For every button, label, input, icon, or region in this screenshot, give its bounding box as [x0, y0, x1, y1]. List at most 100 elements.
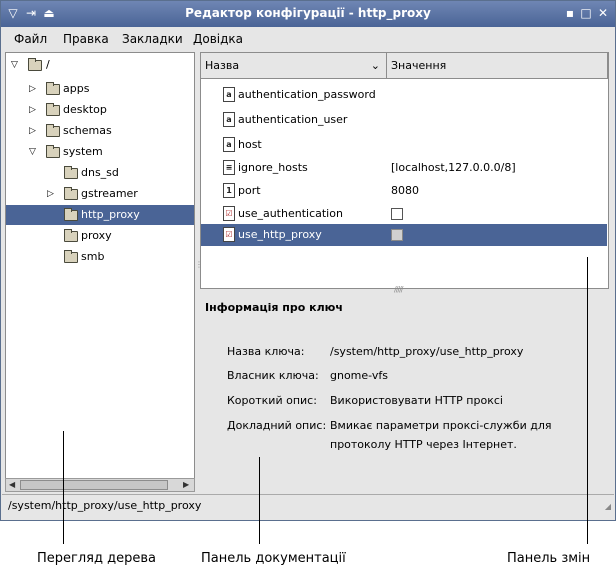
callout-line-docs: [259, 457, 260, 544]
short-desc-value: Використовувати HTTP проксі: [330, 394, 503, 407]
callout-changes-pane: Панель змін: [507, 551, 591, 566]
folder-icon: [64, 208, 78, 221]
key-value[interactable]: [localhost,127.0.0.0/8]: [391, 161, 516, 174]
tree-item-system[interactable]: ▽ system: [6, 142, 194, 162]
tree-item-label: proxy: [81, 229, 112, 242]
string-type-icon: a: [223, 112, 235, 127]
key-row[interactable]: ≡ ignore_hosts [localhost,127.0.0.0/8]: [201, 157, 607, 179]
maximize-icon[interactable]: □: [578, 5, 594, 21]
key-owner-value: gnome-vfs: [330, 369, 388, 382]
callout-tree-view: Перегляд дерева: [37, 551, 156, 566]
folder-icon: [64, 187, 78, 200]
resize-grip-icon[interactable]: ◢: [605, 502, 611, 511]
minimize-icon[interactable]: ▪: [562, 5, 578, 21]
tree-item-apps[interactable]: ▷ apps: [6, 79, 194, 99]
bool-type-icon: ☑: [223, 227, 235, 242]
expand-icon[interactable]: ▷: [29, 100, 36, 120]
long-desc-value: Вмикає параметри проксі-служби для: [330, 419, 552, 432]
folder-icon: [64, 166, 78, 179]
int-type-icon: 1: [223, 183, 235, 198]
key-name: authentication_user: [238, 113, 348, 126]
documentation-pane: Інформація про ключ: [200, 293, 609, 491]
expand-icon[interactable]: ▷: [29, 121, 36, 141]
tree-item-http-proxy[interactable]: http_proxy: [6, 205, 194, 225]
menu-bookmarks[interactable]: Закладки: [122, 32, 183, 46]
column-header-value[interactable]: Значення: [387, 53, 608, 79]
status-bar: /system/http_proxy/use_http_proxy ◢: [2, 494, 614, 516]
collapse-icon[interactable]: ▽: [29, 142, 36, 162]
status-path: /system/http_proxy/use_http_proxy: [8, 499, 202, 512]
menu-help[interactable]: Довідка: [193, 32, 243, 46]
expand-icon[interactable]: ▷: [29, 79, 36, 99]
value-checkbox[interactable]: [391, 229, 403, 241]
folder-icon: [64, 229, 78, 242]
key-row[interactable]: a authentication_user: [201, 109, 607, 131]
tree-view[interactable]: ▽ / ▷ apps ▷ desktop ▷ schemas ▽ system: [5, 52, 195, 479]
tree-item-label: system: [63, 145, 103, 158]
collapse-icon[interactable]: ▽: [11, 55, 18, 75]
folder-icon: [46, 103, 60, 116]
title-bar[interactable]: ▽ ⇥ ⏏ Редактор конфігурації - http_proxy…: [1, 1, 615, 27]
bool-type-icon: ☑: [223, 206, 235, 221]
scroll-left-icon[interactable]: ◀: [9, 480, 15, 489]
tree-item-dns-sd[interactable]: dns_sd: [6, 163, 194, 183]
tree-item-proxy[interactable]: proxy: [6, 226, 194, 246]
close-icon[interactable]: ✕: [595, 5, 611, 21]
tree-item-label: http_proxy: [81, 208, 140, 221]
column-header-name[interactable]: Назва ⌄: [201, 53, 387, 79]
scroll-thumb[interactable]: [20, 480, 168, 490]
key-name: port: [238, 184, 261, 197]
sort-chevron-icon[interactable]: ⌄: [371, 53, 380, 79]
list-type-icon: ≡: [223, 160, 235, 175]
key-name: use_http_proxy: [238, 228, 322, 241]
key-owner-label: Власник ключа:: [227, 369, 319, 382]
folder-icon: [46, 124, 60, 137]
menu-bar: Файл Правка Закладки Довідка: [1, 28, 615, 50]
tree-item-desktop[interactable]: ▷ desktop: [6, 100, 194, 120]
string-type-icon: a: [223, 87, 235, 102]
key-name-label: Назва ключа:: [227, 345, 305, 358]
tree-item-label: schemas: [63, 124, 112, 137]
folder-icon: [46, 82, 60, 95]
key-row[interactable]: a authentication_password: [201, 84, 607, 106]
expand-icon[interactable]: ▷: [47, 184, 54, 204]
open-folder-icon: [28, 58, 42, 71]
tree-item-label: gstreamer: [81, 187, 138, 200]
long-desc-value: протоколу HTTP через Інтернет.: [330, 438, 517, 451]
long-desc-label: Докладний опис:: [227, 419, 327, 432]
key-name-value: /system/http_proxy/use_http_proxy: [330, 345, 524, 358]
callout-line-tree: [63, 431, 64, 544]
column-name-label: Назва: [205, 59, 240, 72]
tree-item-schemas[interactable]: ▷ schemas: [6, 121, 194, 141]
tree-item-label: dns_sd: [81, 166, 119, 179]
tree-item-gstreamer[interactable]: ▷ gstreamer: [6, 184, 194, 204]
key-row-selected[interactable]: ☑ use_http_proxy: [201, 224, 607, 246]
key-row[interactable]: 1 port 8080: [201, 180, 607, 202]
key-name: authentication_password: [238, 88, 376, 101]
tree-item-smb[interactable]: smb: [6, 247, 194, 267]
window-title: Редактор конфігурації - http_proxy: [185, 6, 431, 20]
column-value-label: Значення: [391, 59, 447, 72]
key-name: host: [238, 138, 262, 151]
menu-file[interactable]: Файл: [14, 32, 47, 46]
scroll-right-icon[interactable]: ▶: [183, 480, 189, 489]
tree-item-label: apps: [63, 82, 90, 95]
tree-root[interactable]: ▽ /: [6, 55, 194, 75]
callout-line-changes: [587, 257, 588, 544]
tree-hscrollbar[interactable]: ◀ ▶: [5, 478, 195, 492]
key-name: use_authentication: [238, 207, 343, 220]
value-checkbox[interactable]: [391, 208, 403, 220]
key-name: ignore_hosts: [238, 161, 308, 174]
tree-root-label: /: [46, 58, 50, 71]
key-row[interactable]: a host: [201, 134, 607, 156]
menu-edit[interactable]: Правка: [63, 32, 109, 46]
config-editor-window: ▽ ⇥ ⏏ Редактор конфігурації - http_proxy…: [0, 0, 616, 521]
string-type-icon: a: [223, 137, 235, 152]
tree-item-label: desktop: [63, 103, 107, 116]
key-value[interactable]: 8080: [391, 184, 419, 197]
changes-pane: Назва ⌄ Значення a authentication_passwo…: [200, 52, 609, 289]
key-row[interactable]: ☑ use_authentication: [201, 203, 607, 225]
short-desc-label: Короткий опис:: [227, 394, 317, 407]
callout-documentation-pane: Панель документації: [201, 551, 346, 566]
info-heading: Інформація про ключ: [205, 301, 343, 314]
